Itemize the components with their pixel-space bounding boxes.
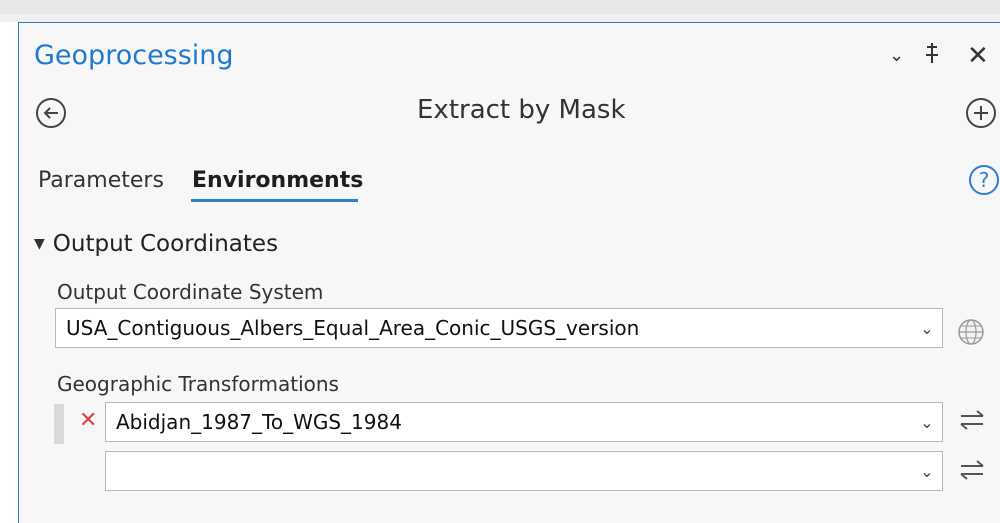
pin-icon[interactable]	[925, 43, 939, 67]
active-tab-indicator	[191, 199, 358, 202]
globe-icon[interactable]	[957, 318, 985, 346]
chevron-down-icon[interactable]: ⌄	[912, 462, 942, 481]
swap-arrows-icon[interactable]	[959, 409, 985, 435]
tool-title: Extract by Mask	[417, 95, 626, 125]
collapse-chevron-icon[interactable]: ⌄	[889, 47, 904, 65]
tab-environments[interactable]: Environments	[192, 168, 363, 193]
app-top-bar-edge	[0, 14, 1000, 22]
chevron-down-icon[interactable]: ⌄	[912, 413, 942, 432]
app-top-bar	[0, 0, 1000, 14]
back-arrow-svg	[43, 107, 58, 119]
output-coordinate-system-label: Output Coordinate System	[57, 280, 324, 304]
section-header-output-coordinates[interactable]: ▼ Output Coordinates	[34, 231, 278, 257]
help-icon[interactable]: ?	[969, 165, 999, 195]
geographic-transformation-value: Abidjan_1987_To_WGS_1984	[116, 410, 402, 434]
chevron-down-icon: ▼	[34, 236, 45, 252]
tab-parameters[interactable]: Parameters	[38, 168, 164, 193]
left-gap	[0, 22, 18, 508]
geographic-transformations-label: Geographic Transformations	[57, 372, 339, 396]
section-title: Output Coordinates	[52, 231, 279, 257]
swap-arrows-icon[interactable]	[959, 459, 985, 485]
pane-title: Geoprocessing	[34, 40, 234, 71]
add-plus-icon[interactable]	[966, 98, 996, 128]
swap-svg	[960, 410, 984, 430]
remove-row-icon[interactable]: ✕	[79, 410, 97, 432]
close-icon[interactable]: ✕	[967, 43, 989, 69]
swap-svg	[960, 460, 984, 480]
geoprocessing-pane: Geoprocessing ⌄ ✕ Extract by Mask Parame…	[18, 22, 1000, 523]
row-drag-handle[interactable]	[54, 404, 64, 444]
output-coordinate-system-combobox[interactable]: USA_Contiguous_Albers_Equal_Area_Conic_U…	[55, 308, 943, 348]
geographic-transformation-combobox-2[interactable]: ⌄	[105, 451, 943, 491]
back-arrow-icon[interactable]	[36, 98, 66, 128]
geographic-transformation-combobox-1[interactable]: Abidjan_1987_To_WGS_1984 ⌄	[105, 402, 943, 442]
plus-svg	[974, 106, 988, 120]
chevron-down-icon[interactable]: ⌄	[912, 319, 942, 338]
output-coordinate-system-value: USA_Contiguous_Albers_Equal_Area_Conic_U…	[66, 316, 640, 340]
pin-icon-svg	[926, 43, 938, 63]
